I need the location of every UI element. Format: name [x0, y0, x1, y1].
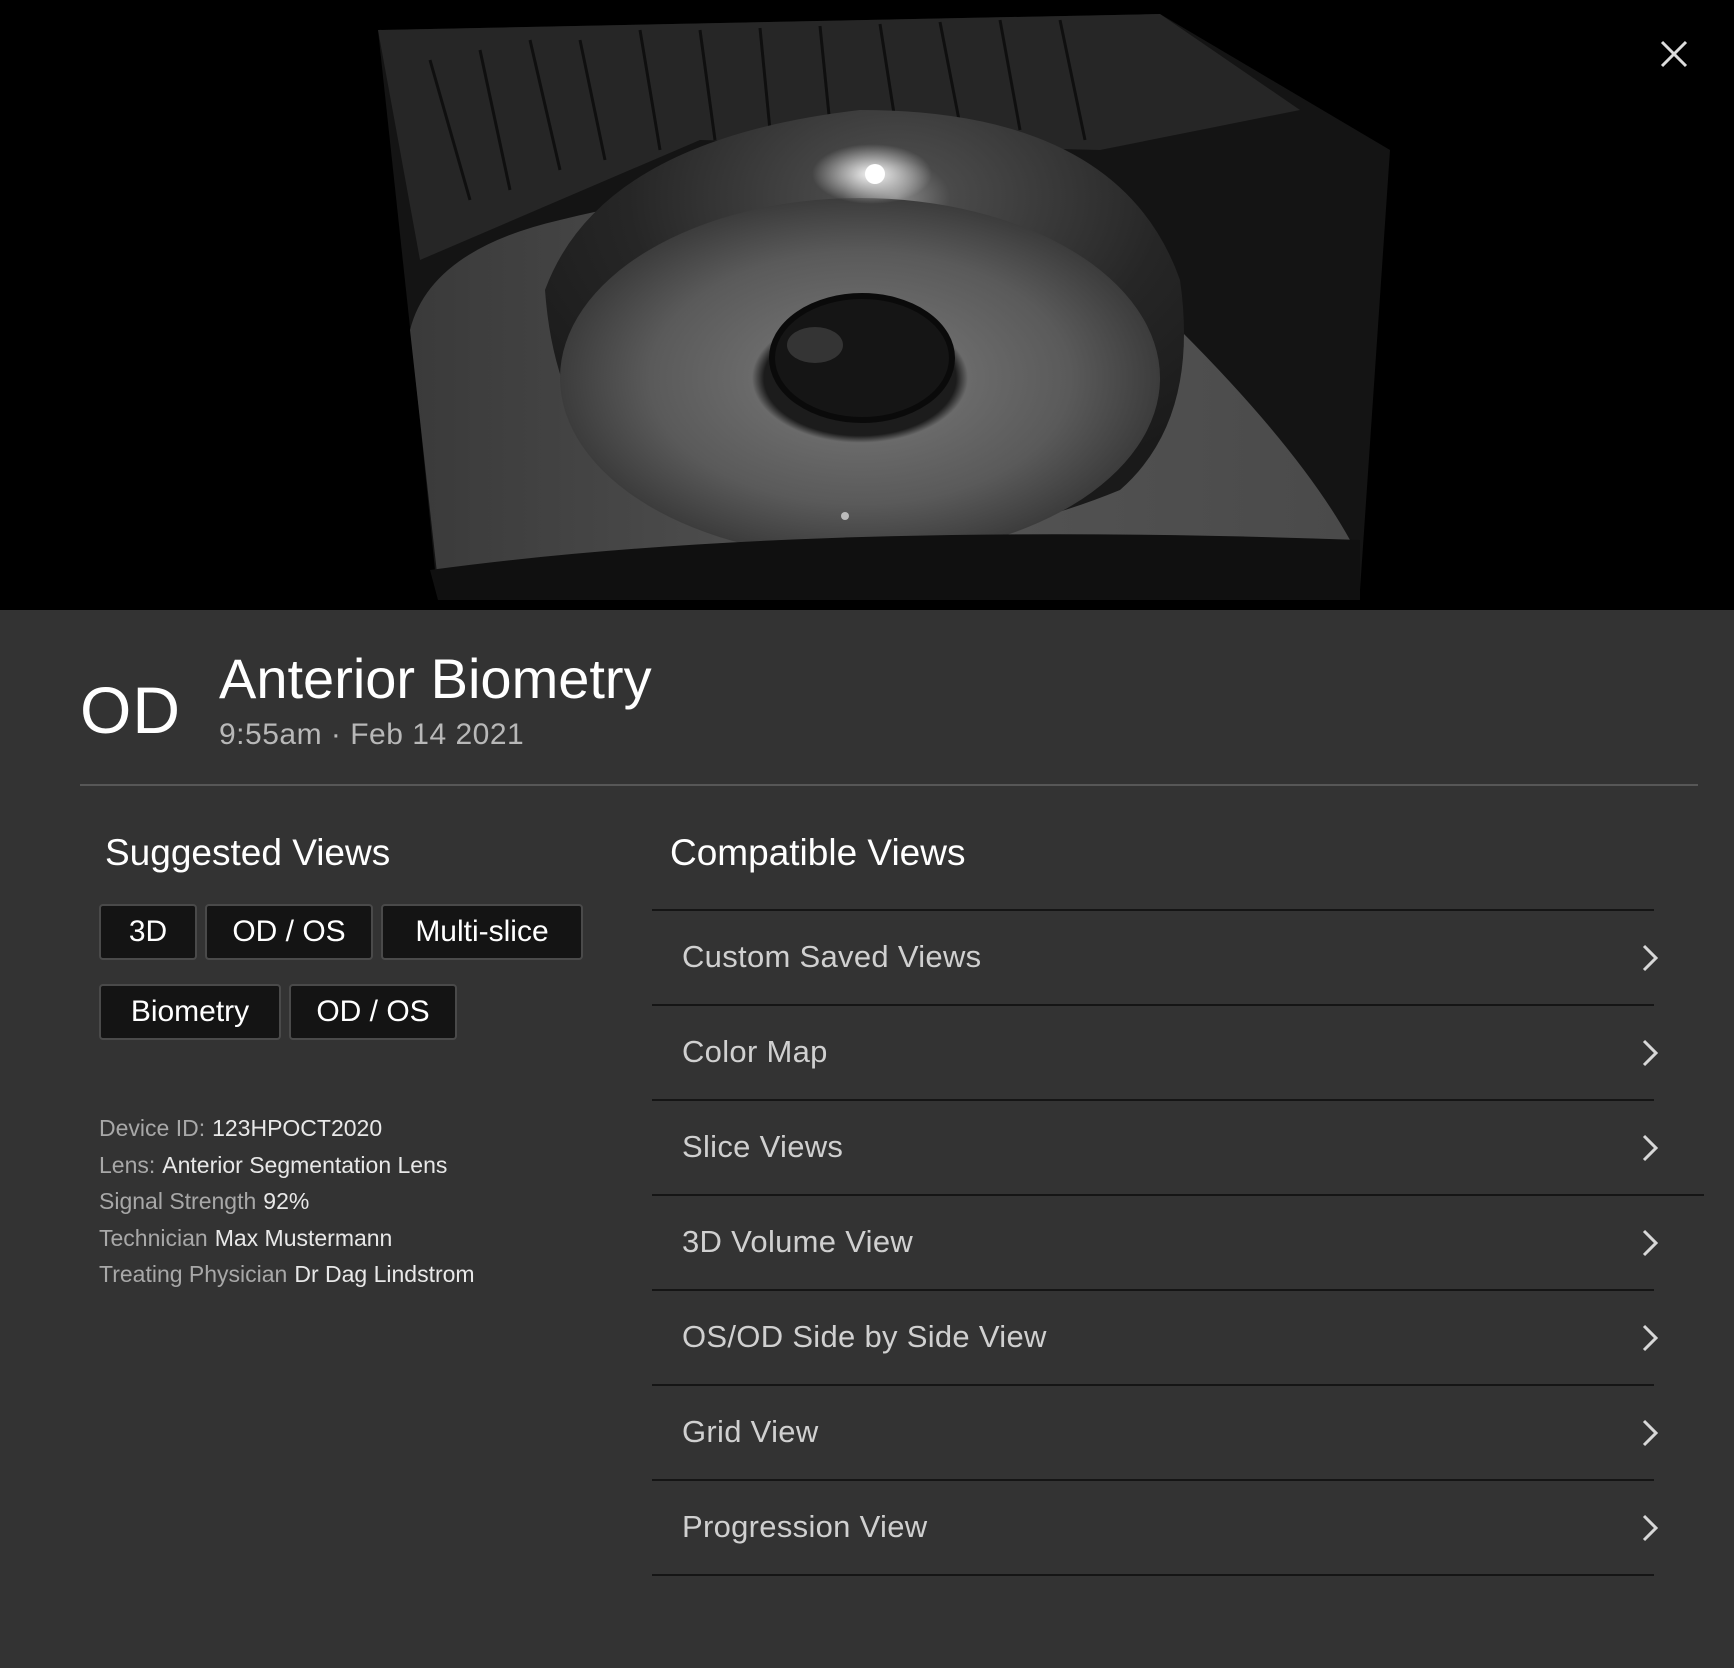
chevron-right-icon	[1642, 944, 1659, 972]
meta-lens: Lens: Anterior Segmentation Lens	[99, 1147, 475, 1184]
page-title: Anterior Biometry	[219, 647, 652, 710]
chevron-right-icon	[1642, 1134, 1659, 1162]
compat-item-label: Slice Views	[682, 1129, 844, 1164]
compat-item-label: OS/OD Side by Side View	[682, 1319, 1047, 1354]
close-icon	[1660, 40, 1688, 68]
scan-timestamp: 9:55am · Feb 14 2021	[219, 718, 525, 751]
compat-item-label: Grid View	[682, 1414, 819, 1449]
meta-label: Device ID:	[99, 1115, 206, 1141]
chevron-right-icon	[1642, 1324, 1659, 1352]
details-panel: OD Anterior Biometry 9:55am · Feb 14 202…	[0, 610, 1734, 1668]
chevron-right-icon	[1642, 1419, 1659, 1447]
header-divider	[80, 784, 1698, 786]
suggested-views-heading: Suggested Views	[105, 832, 391, 873]
compat-item-custom-saved-views[interactable]: Custom Saved Views	[652, 910, 1659, 1006]
meta-device-id: Device ID: 123HPOCT2020	[99, 1110, 475, 1147]
meta-value: 92%	[263, 1188, 310, 1214]
compatible-views-heading: Compatible Views	[670, 832, 966, 873]
compat-item-os-od-side-by-side[interactable]: OS/OD Side by Side View	[652, 1290, 1659, 1386]
chip-3d[interactable]: 3D	[99, 904, 197, 960]
chevron-right-icon	[1642, 1514, 1659, 1542]
meta-label: Lens:	[99, 1151, 156, 1178]
compat-item-color-map[interactable]: Color Map	[652, 1005, 1659, 1101]
chevron-right-icon	[1642, 1039, 1659, 1067]
chip-od-os-2[interactable]: OD / OS	[289, 984, 457, 1040]
meta-treating-physician: Treating Physician Dr Dag Lindstrom	[99, 1256, 475, 1293]
compat-item-3d-volume-view[interactable]: 3D Volume View	[652, 1195, 1659, 1291]
chip-multi-slice[interactable]: Multi-slice	[381, 904, 583, 960]
meta-technician: Technician Max Mustermann	[99, 1220, 475, 1257]
meta-value: Max Mustermann	[214, 1224, 393, 1251]
meta-value: Dr Dag Lindstrom	[294, 1261, 475, 1287]
chip-biometry[interactable]: Biometry	[99, 984, 281, 1040]
chip-od-os[interactable]: OD / OS	[205, 904, 373, 960]
compat-item-grid-view[interactable]: Grid View	[652, 1385, 1659, 1481]
eye-scan-image	[378, 14, 1390, 600]
compat-item-label: Color Map	[682, 1034, 828, 1069]
scan-image-area	[0, 0, 1734, 610]
close-button[interactable]	[1652, 32, 1696, 76]
compat-item-label: Progression View	[682, 1509, 928, 1544]
chevron-right-icon	[1642, 1229, 1659, 1257]
eye-code: OD	[80, 673, 181, 747]
meta-label: Technician	[99, 1224, 208, 1251]
compat-item-slice-views[interactable]: Slice Views	[652, 1100, 1704, 1196]
scan-metadata: Device ID: 123HPOCT2020 Lens: Anterior Seg…	[99, 1110, 475, 1293]
meta-signal-strength: Signal Strength 92%	[99, 1183, 475, 1220]
meta-label: Treating Physician	[99, 1261, 288, 1287]
compat-item-label: 3D Volume View	[682, 1224, 914, 1259]
compat-item-progression-view[interactable]: Progression View	[652, 1480, 1659, 1576]
meta-label: Signal Strength	[99, 1188, 257, 1214]
meta-value: Anterior Segmentation Lens	[162, 1151, 448, 1178]
compat-item-label: Custom Saved Views	[682, 939, 982, 974]
meta-value: 123HPOCT2020	[212, 1115, 383, 1141]
